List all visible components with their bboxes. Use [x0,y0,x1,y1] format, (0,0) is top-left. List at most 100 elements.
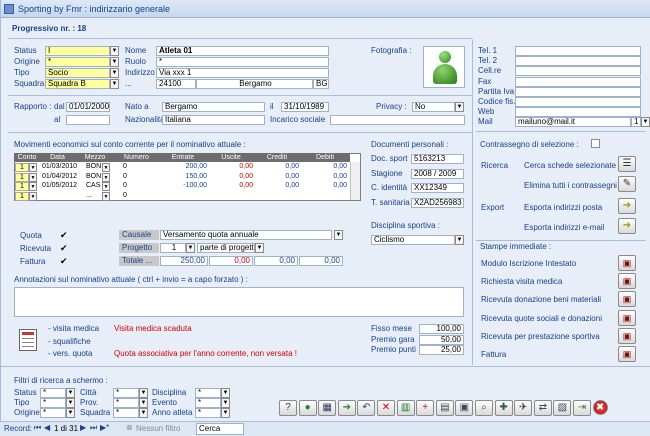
squadra-field[interactable]: Squadra B [45,79,110,89]
mezzo-dropdown-icon[interactable]: ▼ [102,172,110,182]
toolbar-button[interactable]: ✚ [494,400,513,416]
conto-dropdown-icon[interactable]: ▼ [29,172,37,182]
toolbar-button[interactable]: ▧ [553,400,572,416]
last-record-icon[interactable]: ⏭ [90,423,97,433]
table-row[interactable]: 1 ▼ ... ▼ 0 [15,191,350,201]
filter-field[interactable]: * [40,398,66,408]
citta-field[interactable]: Bergamo [196,79,313,89]
numero-cell[interactable]: 0 [123,163,127,170]
conto-cell[interactable]: 1 [15,182,29,191]
toolbar-button[interactable]: ✖ [592,400,608,415]
cerca-button[interactable]: ☰ [618,156,636,172]
fattura-check-icon[interactable]: ✔ [60,256,68,266]
filter-dropdown-icon[interactable]: ▼ [139,398,148,408]
filter-dropdown-icon[interactable]: ▼ [221,408,230,418]
progetto-num-field[interactable]: 1 [160,243,186,253]
doc-field[interactable]: X2AD256983 [411,197,464,208]
status-field[interactable]: I [45,46,110,56]
data-cell[interactable]: 01/03/2010 [42,163,77,170]
stampa-button[interactable]: ▣ [618,273,636,290]
il-field[interactable]: 31/10/1989 [281,102,329,112]
table-row[interactable]: 1 ▼ 01/04/2012 BON ▼ 0 150,00 0,00 0,00 … [15,172,350,182]
contact-field-1[interactable] [515,56,641,67]
table-row[interactable]: 1 ▼ 01/05/2012 CAS ▼ 0 -100,00 0,00 0,00… [15,182,350,191]
crediti-cell[interactable]: 0,00 [255,163,299,170]
toolbar-button[interactable]: ▣ [455,400,474,416]
progetto-dropdown-icon[interactable]: ▼ [255,243,264,253]
toolbar-button[interactable]: ➔ [337,400,356,416]
punti-field[interactable]: 25,00 [419,345,464,355]
contact-field-2[interactable] [515,66,641,77]
numero-cell[interactable]: 0 [123,182,127,189]
filter-field[interactable]: * [195,398,221,408]
stampa-button[interactable]: ▣ [618,327,636,344]
toolbar-button[interactable]: + [416,400,435,416]
toolbar-button[interactable]: ⇥ [573,400,591,416]
uscite-cell[interactable]: 0,00 [209,163,253,170]
mezzo-cell[interactable]: BON [86,163,101,170]
toolbar-button[interactable]: ↶ [357,400,376,416]
next-record-icon[interactable]: ▶ [80,423,86,432]
conto-cell[interactable]: 1 [15,163,29,172]
prov-field[interactable]: BG [313,79,329,89]
status-dropdown-icon[interactable]: ▼ [110,46,119,56]
privacy-dropdown-icon[interactable]: ▼ [455,102,464,112]
mezzo-cell[interactable]: BON [86,173,101,180]
conto-cell[interactable]: 1 [15,172,29,182]
nome-field[interactable]: Atleta 01 [156,46,329,56]
esporta-posta-button[interactable]: ➔ [618,198,636,214]
tipo-dropdown-icon[interactable]: ▼ [110,68,119,78]
grid-scrollbar[interactable] [350,162,360,200]
filter-field[interactable]: * [195,408,221,418]
doc-field[interactable]: XX12349 [411,183,464,193]
crediti-cell[interactable]: 0,00 [255,182,299,189]
elimina-button[interactable]: ✎ [618,176,636,192]
filter-status[interactable]: Nessun filtro [136,424,180,433]
ricevuta-check-icon[interactable]: ✔ [60,243,68,253]
causale-field[interactable]: Versamento quota annuale [160,230,332,240]
stampa-button[interactable]: ▣ [618,255,636,271]
first-record-icon[interactable]: ⏮ [34,423,41,433]
tipo-field[interactable]: Socio [45,68,110,78]
filter-dropdown-icon[interactable]: ▼ [221,388,230,398]
contact-field-4[interactable] [515,86,641,97]
quota-check-icon[interactable]: ✔ [60,230,68,240]
causale-dropdown-icon[interactable]: ▼ [334,230,343,240]
cap-field[interactable]: 24100 [156,79,196,89]
stampa-button[interactable]: ▣ [618,346,636,362]
contact-field-3[interactable] [515,76,641,87]
origine-dropdown-icon[interactable]: ▼ [110,57,119,67]
mezzo-dropdown-icon[interactable]: ▼ [102,163,110,172]
disciplina-dropdown-icon[interactable]: ▼ [455,235,464,245]
photo-frame[interactable] [423,46,465,88]
progetto-num-dropdown-icon[interactable]: ▼ [186,243,195,253]
filter-dropdown-icon[interactable]: ▼ [221,398,230,408]
punti-field[interactable]: 100,00 [419,324,464,334]
new-record-icon[interactable]: ▶* [100,423,109,432]
filter-field[interactable]: * [113,398,139,408]
record-search-input[interactable]: Cerca [196,423,244,435]
nazionalita-field[interactable]: Italiana [162,115,265,125]
filter-dropdown-icon[interactable]: ▼ [66,408,75,418]
stampa-button[interactable]: ▣ [618,309,636,326]
numero-cell[interactable]: 0 [123,173,127,180]
origine-field[interactable]: * [45,57,110,67]
conto-dropdown-icon[interactable]: ▼ [29,182,37,191]
contact-field-5[interactable] [515,97,641,107]
table-row[interactable]: 1 ▼ 01/03/2010 BON ▼ 0 200,00 0,00 0,00 … [15,163,350,172]
toolbar-button[interactable]: ? [279,400,297,416]
mail-num-field[interactable]: 1 [631,117,641,127]
uscite-cell[interactable]: 0,00 [209,173,253,180]
toolbar-button[interactable]: ▥ [396,400,415,416]
contrassegno-checkbox[interactable] [591,139,600,148]
toolbar-button[interactable]: ⇄ [533,400,552,416]
toolbar-button[interactable]: ● [298,400,317,416]
filter-field[interactable]: * [195,388,221,398]
mezzo-cell[interactable]: CAS [86,182,100,189]
debiti-cell[interactable]: 0,00 [301,182,347,189]
contact-field-6[interactable] [515,107,641,118]
annotazioni-field[interactable] [14,287,464,317]
toolbar-button[interactable]: ▦ [318,400,337,416]
toolbar-button[interactable]: ✈ [514,400,533,416]
numero-cell[interactable]: 0 [123,192,127,199]
